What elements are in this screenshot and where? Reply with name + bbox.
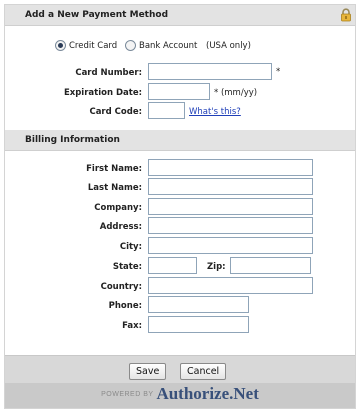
expiration-label: Expiration Date: [63,88,142,98]
billing-title: Billing Information [25,135,120,145]
state-input[interactable] [148,257,197,274]
expiration-hint: * (mm/yy) [214,88,258,98]
authorize-net-logo[interactable]: Authorize.Net [156,384,258,403]
first-name-input[interactable] [148,159,313,176]
address-input[interactable] [148,217,313,234]
card-code-label: Card Code: [89,107,142,117]
city-input[interactable] [148,237,313,254]
credit-card-label[interactable]: Credit Card [69,41,117,51]
payment-method-title: Add a New Payment Method [25,10,169,20]
credit-card-radio[interactable] [55,40,66,51]
country-input[interactable] [148,277,313,294]
city-label: City: [119,242,142,252]
card-number-label: Card Number: [75,68,142,78]
powered-by-bar: POWERED BY Authorize.Net [5,383,355,408]
zip-label: Zip: [207,262,226,272]
billing-header: Billing Information [5,130,355,151]
payment-dialog: Add a New Payment Method Credit Card Ban… [4,4,356,409]
whats-this-link[interactable]: What's this? [189,107,241,117]
country-label: Country: [100,282,142,292]
cancel-button[interactable]: Cancel [180,363,227,380]
zip-input[interactable] [230,257,311,274]
address-label: Address: [99,222,142,232]
phone-label: Phone: [108,301,142,311]
company-label: Company: [94,203,142,213]
last-name-input[interactable] [148,178,313,195]
bank-account-radio[interactable] [125,40,136,51]
card-number-required: * [276,67,281,77]
powered-by-text: POWERED BY [101,391,154,398]
last-name-label: Last Name: [87,183,142,193]
company-input[interactable] [148,198,313,215]
fax-label: Fax: [122,321,142,331]
dialog-footer: Save Cancel [5,355,355,383]
card-code-input[interactable] [148,102,185,119]
lock-icon [341,8,351,22]
state-label: State: [112,262,142,272]
card-number-input[interactable] [148,63,272,80]
bank-account-note: (USA only) [206,41,251,51]
expiration-input[interactable] [148,83,210,100]
bank-account-label[interactable]: Bank Account [139,41,197,51]
first-name-label: First Name: [86,164,142,174]
save-button[interactable]: Save [129,363,167,380]
phone-input[interactable] [148,296,249,313]
payment-method-header: Add a New Payment Method [5,5,355,26]
fax-input[interactable] [148,316,249,333]
